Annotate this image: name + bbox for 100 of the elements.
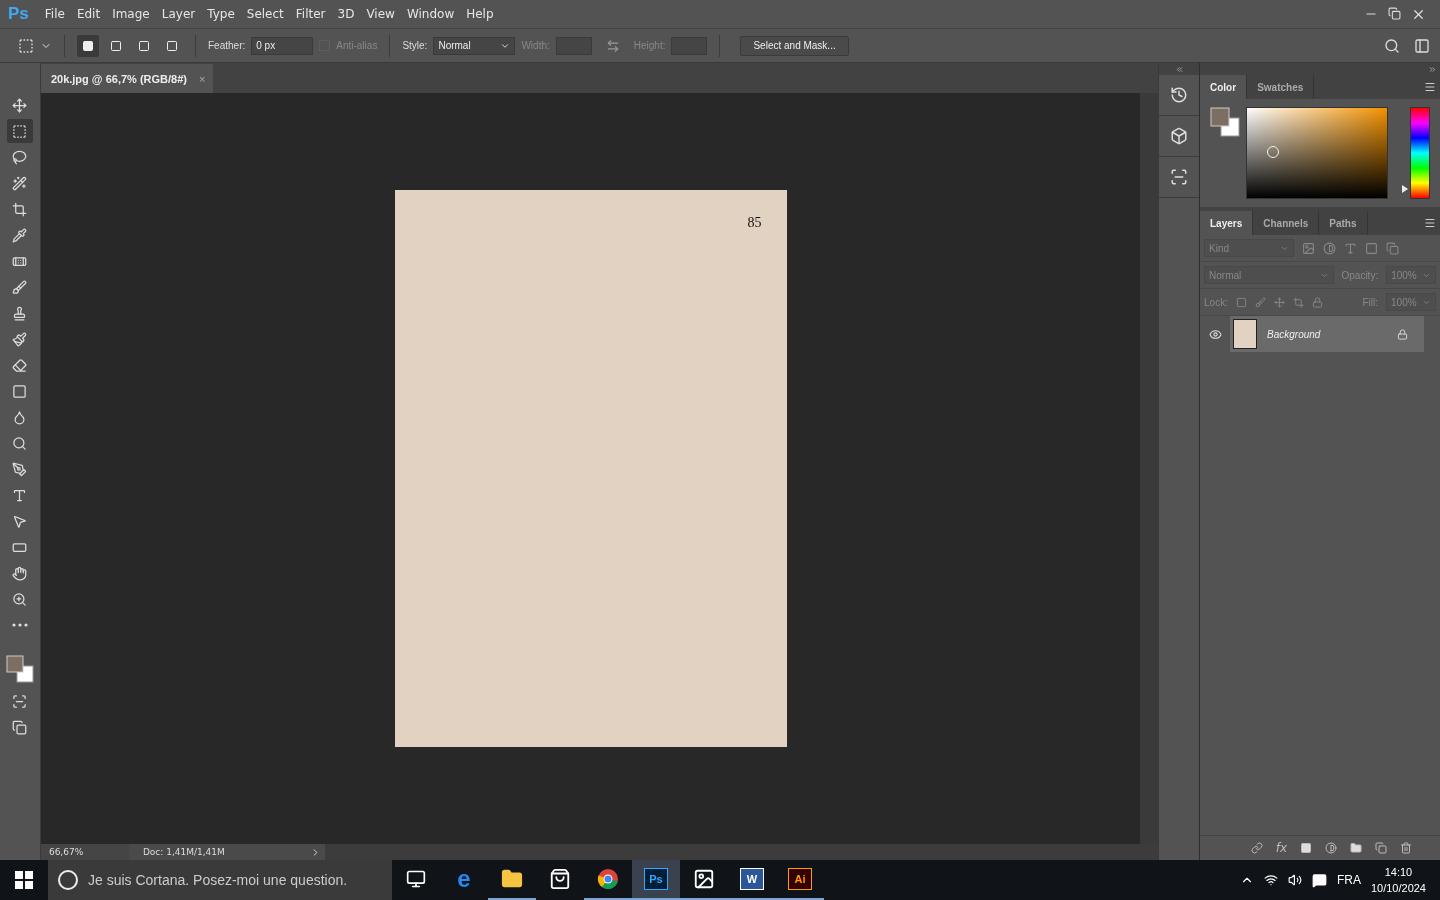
brush-icon <box>12 279 28 295</box>
adjustment-icon[interactable] <box>1325 842 1337 854</box>
collapse-icon[interactable] <box>1174 64 1184 74</box>
mask-icon[interactable] <box>1300 842 1312 854</box>
menu-item[interactable]: Filter <box>289 7 332 21</box>
menu-item[interactable]: 3D <box>331 7 361 21</box>
history-icon <box>1170 86 1189 104</box>
tool-button[interactable] <box>6 119 33 143</box>
quick-mask-icon <box>12 693 28 709</box>
workspace-icon[interactable] <box>1414 37 1430 54</box>
wifi-icon[interactable] <box>1263 873 1278 887</box>
dashed-square-icon <box>12 123 28 139</box>
restore-icon[interactable] <box>1388 6 1401 20</box>
crop-icon <box>12 201 28 217</box>
panel-tab[interactable]: Layers <box>1200 211 1254 235</box>
menu-item[interactable]: File <box>38 7 71 21</box>
panel-tab[interactable]: Color <box>1200 75 1248 99</box>
move-icon <box>12 97 28 113</box>
windows-icon <box>15 871 33 889</box>
marquee-tool-icon[interactable] <box>18 37 34 54</box>
wand-icon <box>12 175 28 191</box>
style-dropdown[interactable]: Normal <box>433 36 516 55</box>
clock[interactable]: 14:10 10/10/2024 <box>1370 864 1426 896</box>
style-label: Style: <box>402 40 428 51</box>
document-tab[interactable]: 20k.jpg @ 66,7% (RGB/8#) × <box>40 64 214 93</box>
screen-mode-icon <box>12 719 28 735</box>
folder-icon[interactable] <box>1350 842 1362 854</box>
trash-icon[interactable] <box>1400 842 1412 854</box>
language-indicator[interactable]: FRA <box>1336 873 1361 887</box>
zoom-level[interactable]: 66,67% <box>40 844 129 860</box>
menu-item[interactable]: Type <box>201 7 241 21</box>
cortana-search-field[interactable]: Je suis Cortana. Posez-moi une question. <box>48 860 392 900</box>
photo-icon <box>693 868 715 890</box>
hand-icon <box>12 565 28 581</box>
shopping-bag-icon <box>549 868 571 890</box>
square-icon <box>138 39 150 52</box>
doc-size-info[interactable]: Doc: 1,41M/1,41M <box>128 844 325 860</box>
square-icon <box>12 383 28 399</box>
pen-icon <box>12 461 28 477</box>
volume-icon[interactable] <box>1287 873 1302 887</box>
eye-icon[interactable] <box>1208 327 1222 341</box>
menu-item[interactable]: Layer <box>155 7 202 21</box>
app-logo: Ps <box>7 4 30 24</box>
fx-icon[interactable]: fx <box>1275 841 1287 855</box>
folder-icon <box>501 868 523 890</box>
paintbrush-icon <box>12 331 28 347</box>
page-number: 85 <box>747 215 762 231</box>
tab-close[interactable]: × <box>198 72 206 85</box>
selection-mode-button[interactable] <box>77 34 99 57</box>
layer-row[interactable]: Background <box>1230 316 1424 352</box>
pointer-icon <box>12 513 28 529</box>
taskbar-app-button[interactable]: W <box>728 860 776 900</box>
select-and-mask-button[interactable]: Select and Mask... <box>740 35 849 56</box>
panel-menu-icon[interactable] <box>1424 217 1436 229</box>
layer-name: Background <box>1267 328 1322 340</box>
feather-field[interactable]: 0 px <box>251 36 314 55</box>
menu-item[interactable]: Edit <box>70 7 107 21</box>
taskbar-app-button[interactable]: e <box>440 860 488 900</box>
notification-icon[interactable] <box>1311 872 1327 888</box>
swap-icon[interactable] <box>605 38 620 53</box>
text-icon <box>12 487 28 503</box>
lasso-icon <box>12 149 28 165</box>
new-layer-icon[interactable] <box>1375 842 1387 854</box>
app-tile-icon: Ps <box>644 868 668 890</box>
feather-label: Feather: <box>208 40 246 51</box>
more-icon <box>11 623 28 627</box>
color-swatches-icon[interactable] <box>1210 107 1240 137</box>
zoom-icon <box>12 591 28 607</box>
properties-icon <box>1170 168 1189 186</box>
menu-item[interactable]: Window <box>400 7 461 21</box>
expand-icon[interactable] <box>1428 64 1437 74</box>
hue-slider-thumb[interactable] <box>1402 185 1408 193</box>
chrome-icon <box>597 868 619 890</box>
cortana-ring-icon <box>58 870 78 890</box>
menu-item[interactable]: Select <box>240 7 290 21</box>
square-icon <box>82 39 94 52</box>
menu-item[interactable]: Help <box>460 7 500 21</box>
cube-icon <box>1170 127 1189 145</box>
height-field[interactable] <box>671 36 708 55</box>
width-field[interactable] <box>555 36 592 55</box>
browser-e-icon: e <box>457 865 471 893</box>
taskbar-app-button[interactable]: Ps <box>632 860 680 900</box>
panel-menu-icon[interactable] <box>1424 81 1436 93</box>
square-icon <box>110 39 122 52</box>
square-icon <box>166 39 178 52</box>
color-field[interactable] <box>1246 107 1388 199</box>
hue-slider[interactable] <box>1402 107 1430 199</box>
magnifier-icon <box>12 435 28 451</box>
taskbar-app-button[interactable]: Ai <box>776 860 824 900</box>
menu-item[interactable]: View <box>360 7 401 21</box>
link-icon[interactable] <box>1250 842 1263 854</box>
app-tile-icon: W <box>740 868 764 890</box>
color-swatches-icon[interactable] <box>5 655 34 683</box>
app-tile-icon: Ai <box>788 868 812 890</box>
task-view-icon <box>406 869 426 889</box>
menu-item[interactable]: Image <box>106 7 156 21</box>
search-icon[interactable] <box>1384 37 1400 54</box>
stamp-icon <box>12 305 28 321</box>
layer-thumbnail <box>1233 319 1257 349</box>
eyedropper-icon <box>12 227 28 243</box>
